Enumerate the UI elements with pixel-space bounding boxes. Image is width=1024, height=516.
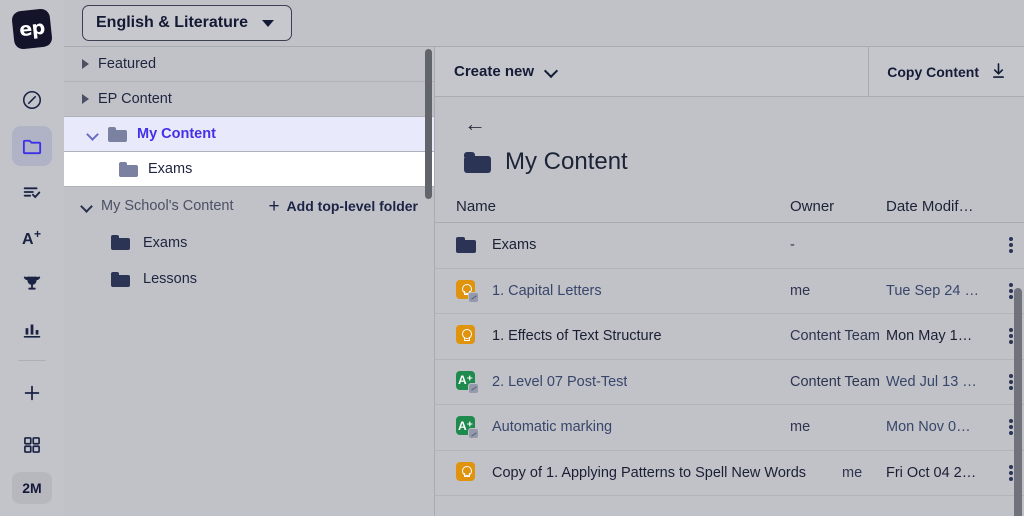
row-name[interactable]: Automatic marking xyxy=(492,419,612,435)
left-nav-rail: ep A + 2M xyxy=(0,0,64,516)
bar-chart-icon[interactable] xyxy=(12,310,52,350)
row-date: Mon Nov 0… xyxy=(886,419,971,436)
plan-badge[interactable]: 2M xyxy=(12,472,52,504)
chevron-down-icon xyxy=(262,19,275,27)
subject-select-label: English & Literature xyxy=(96,14,249,31)
hidden-badge-icon xyxy=(468,382,479,394)
import-arrow-icon xyxy=(991,62,1006,82)
table-row[interactable]: Copy of 1. Applying Patterns to Spell Ne… xyxy=(435,451,1024,496)
back-button[interactable]: ← xyxy=(464,113,1024,135)
folder-icon xyxy=(108,126,127,142)
row-date: Wed Jul 13 … xyxy=(886,373,977,390)
row-name[interactable]: 1. Capital Letters xyxy=(492,283,602,299)
grid-icon[interactable] xyxy=(12,425,52,465)
main-content-panel: Create new Copy Content ← My Content Nam… xyxy=(435,46,1024,516)
tree-item-exams[interactable]: Exams xyxy=(64,152,434,187)
content-table: Name Owner Date Modif… Exams - 1. Capita… xyxy=(435,190,1024,516)
top-bar: English & Literature xyxy=(64,0,1024,47)
main-scrollbar[interactable] xyxy=(1014,288,1022,516)
plus-icon: + xyxy=(268,195,280,217)
subject-select[interactable]: English & Literature xyxy=(82,5,292,41)
tree-item-school-lessons[interactable]: Lessons xyxy=(64,260,434,298)
table-row[interactable]: Exams - xyxy=(435,223,1024,269)
chevron-down-icon xyxy=(87,129,98,140)
page-title-text: My Content xyxy=(505,148,628,175)
add-folder-label: Add top-level folder xyxy=(286,198,418,214)
plus-icon[interactable] xyxy=(12,373,52,413)
tree-item-featured[interactable]: Featured xyxy=(64,47,434,82)
row-owner: Content Team xyxy=(790,373,881,390)
breadcrumb-area: ← My Content xyxy=(435,97,1024,176)
tree-item-label: Exams xyxy=(143,234,188,251)
row-name[interactable]: 1. Effects of Text Structure xyxy=(492,328,662,344)
table-row[interactable]: 1. Capital Letters me Tue Sep 24 … xyxy=(435,269,1024,314)
chevron-right-icon xyxy=(82,94,89,104)
lesson-icon xyxy=(456,325,478,347)
copy-content-button[interactable]: Copy Content xyxy=(868,46,1024,97)
quiz-icon: A⁺ xyxy=(456,416,479,440)
folder-icon xyxy=(111,271,130,287)
copy-content-label: Copy Content xyxy=(887,63,979,80)
row-owner: - xyxy=(790,237,795,254)
tree-section-my-schools-content[interactable]: My School's Content + Add top-level fold… xyxy=(64,187,434,225)
tree-item-ep-content[interactable]: EP Content xyxy=(64,82,434,117)
add-top-level-folder-button[interactable]: + Add top-level folder xyxy=(268,197,418,216)
row-owner: me xyxy=(790,282,811,299)
svg-text:A: A xyxy=(22,231,34,248)
tree-scrollbar[interactable] xyxy=(425,49,432,199)
hidden-badge-icon xyxy=(468,428,479,440)
tree-item-label: My Content xyxy=(137,126,216,142)
row-menu-button[interactable] xyxy=(998,235,1024,255)
hidden-badge-icon xyxy=(468,291,479,303)
row-owner: Content Team xyxy=(790,328,881,345)
tree-section-label: My School's Content xyxy=(101,198,234,214)
chevron-down-icon xyxy=(545,65,558,78)
tree-item-school-exams[interactable]: Exams xyxy=(64,225,434,260)
row-owner: me xyxy=(790,419,811,436)
row-date: Mon May 1… xyxy=(886,328,973,345)
lesson-icon xyxy=(456,279,479,303)
row-name[interactable]: Exams xyxy=(492,237,536,253)
row-date: Fri Oct 04 2… xyxy=(886,464,977,481)
table-header-row: Name Owner Date Modif… xyxy=(435,190,1024,223)
folder-icon xyxy=(456,236,478,254)
trophy-icon[interactable] xyxy=(12,264,52,304)
folder-icon xyxy=(119,161,138,177)
tree-item-label: Lessons xyxy=(143,271,198,287)
lesson-icon xyxy=(456,461,478,484)
chevron-down-icon xyxy=(81,201,92,212)
content-tree-panel: Featured EP Content My Content Exams My … xyxy=(64,47,435,516)
folder-icon xyxy=(111,235,130,250)
row-owner: me xyxy=(842,464,863,481)
main-toolbar: Create new Copy Content xyxy=(435,46,1024,97)
row-name[interactable]: 2. Level 07 Post-Test xyxy=(492,374,627,390)
row-date: Tue Sep 24 … xyxy=(886,282,979,299)
svg-text:+: + xyxy=(34,227,41,241)
column-header-name[interactable]: Name xyxy=(456,198,790,215)
create-new-button[interactable]: Create new xyxy=(435,63,868,80)
create-new-label: Create new xyxy=(454,63,535,80)
app-logo[interactable]: ep xyxy=(11,8,53,50)
folder-icon[interactable] xyxy=(12,126,52,166)
tree-item-label: Exams xyxy=(148,161,193,177)
column-header-date[interactable]: Date Modif… xyxy=(886,198,998,215)
row-name[interactable]: Copy of 1. Applying Patterns to Spell Ne… xyxy=(492,465,806,481)
page-title: My Content xyxy=(464,148,1024,176)
tree-item-my-content[interactable]: My Content xyxy=(64,117,434,152)
tree-item-label: EP Content xyxy=(98,91,172,107)
table-row[interactable]: A⁺ Automatic marking me Mon Nov 0… xyxy=(435,405,1024,451)
checklist-icon[interactable] xyxy=(12,172,52,212)
app-root: ep A + 2M English & Literature Featured … xyxy=(0,0,1024,516)
chevron-right-icon xyxy=(82,59,89,69)
rail-divider xyxy=(18,360,46,361)
quiz-icon: A⁺ xyxy=(456,370,479,394)
a-plus-icon[interactable]: A + xyxy=(12,218,52,258)
folder-icon xyxy=(464,151,491,173)
tree-item-label: Featured xyxy=(98,56,157,72)
compass-icon[interactable] xyxy=(12,80,52,120)
column-header-owner[interactable]: Owner xyxy=(790,198,886,215)
table-row[interactable]: 1. Effects of Text Structure Content Tea… xyxy=(435,314,1024,360)
table-row[interactable]: A⁺ 2. Level 07 Post-Test Content Team We… xyxy=(435,360,1024,405)
